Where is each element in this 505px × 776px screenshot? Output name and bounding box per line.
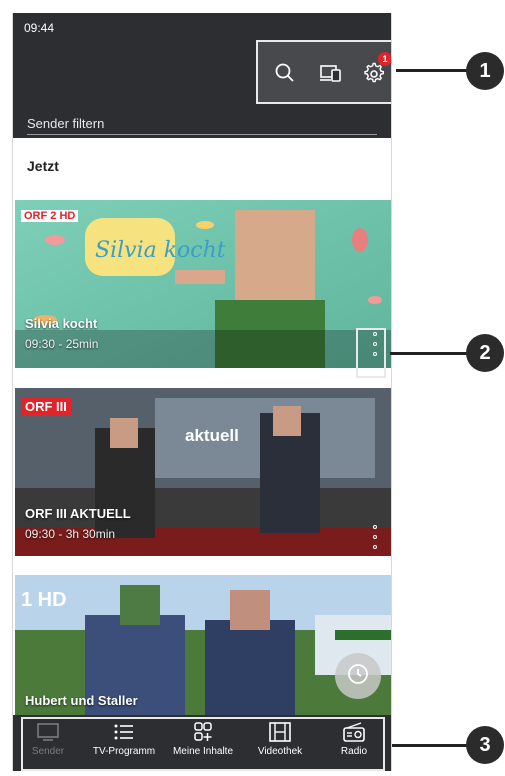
program-title: ORF III AKTUELL: [25, 506, 131, 521]
nav-label: Radio: [340, 746, 368, 757]
nav-item-meine-inhalte[interactable]: Meine Inhalte: [168, 721, 238, 757]
callout-badge: 3: [466, 726, 504, 764]
channel-filter-input[interactable]: [27, 113, 377, 135]
app-header: 09:44 1: [13, 13, 391, 138]
program-card[interactable]: ORF 2 HD Silvia kocht Silvia kocht 09:30…: [15, 200, 391, 368]
nav-item-radio[interactable]: Radio: [319, 721, 389, 757]
callout-line: [396, 69, 468, 72]
program-card[interactable]: 1 HD Hubert und Staller: [15, 575, 391, 715]
nav-item-tv-programm[interactable]: TV-Programm: [89, 721, 159, 757]
nav-item-videothek[interactable]: Videothek: [245, 721, 315, 757]
search-icon[interactable]: [268, 56, 302, 90]
channel-logo: ORF 2 HD: [21, 210, 79, 222]
program-title: Hubert und Staller: [25, 693, 138, 708]
devices-icon[interactable]: [313, 56, 347, 90]
clock-fab-button[interactable]: [335, 653, 381, 699]
film-icon: [269, 722, 291, 742]
bottom-navigation: Sender TV-Programm Meine Inhalte Videoth…: [13, 715, 391, 771]
grid-add-icon: [194, 722, 212, 741]
more-options-icon[interactable]: [367, 523, 383, 553]
clock-icon: [346, 662, 370, 691]
show-logo-text: Silvia kocht: [95, 238, 226, 263]
status-time: 09:44: [24, 21, 55, 35]
show-logo-text: aktuell: [185, 426, 239, 445]
tv-icon: [37, 723, 59, 741]
list-icon: [114, 724, 133, 740]
section-title: Jetzt: [27, 158, 59, 174]
radio-icon: [343, 722, 365, 742]
nav-label: TV-Programm: [92, 746, 156, 757]
callout-line: [392, 744, 468, 747]
program-time: 09:30 - 3h 30min: [25, 527, 116, 541]
settings-icon[interactable]: 1: [358, 52, 391, 90]
notification-badge: 1: [378, 52, 391, 66]
channel-logo: ORF III: [21, 398, 71, 415]
program-time: 09:30 - 25min: [25, 337, 99, 351]
program-title: Silvia kocht: [25, 316, 98, 331]
callout-badge: 2: [466, 334, 504, 372]
app-screen: 09:44 1 Jetzt: [12, 13, 392, 771]
channel-logo: 1 HD: [21, 589, 67, 611]
callout-line: [390, 352, 468, 355]
nav-label: Sender: [31, 746, 65, 757]
more-options-highlight: [356, 328, 386, 378]
nav-label: Meine Inhalte: [172, 746, 234, 757]
header-icon-group: 1: [256, 40, 391, 104]
nav-item-sender[interactable]: Sender: [13, 721, 83, 757]
callout-badge: 1: [466, 52, 504, 90]
program-card[interactable]: ORF III aktuell ORF III AKTUELL 09:30 - …: [15, 388, 391, 556]
nav-label: Videothek: [257, 746, 303, 757]
